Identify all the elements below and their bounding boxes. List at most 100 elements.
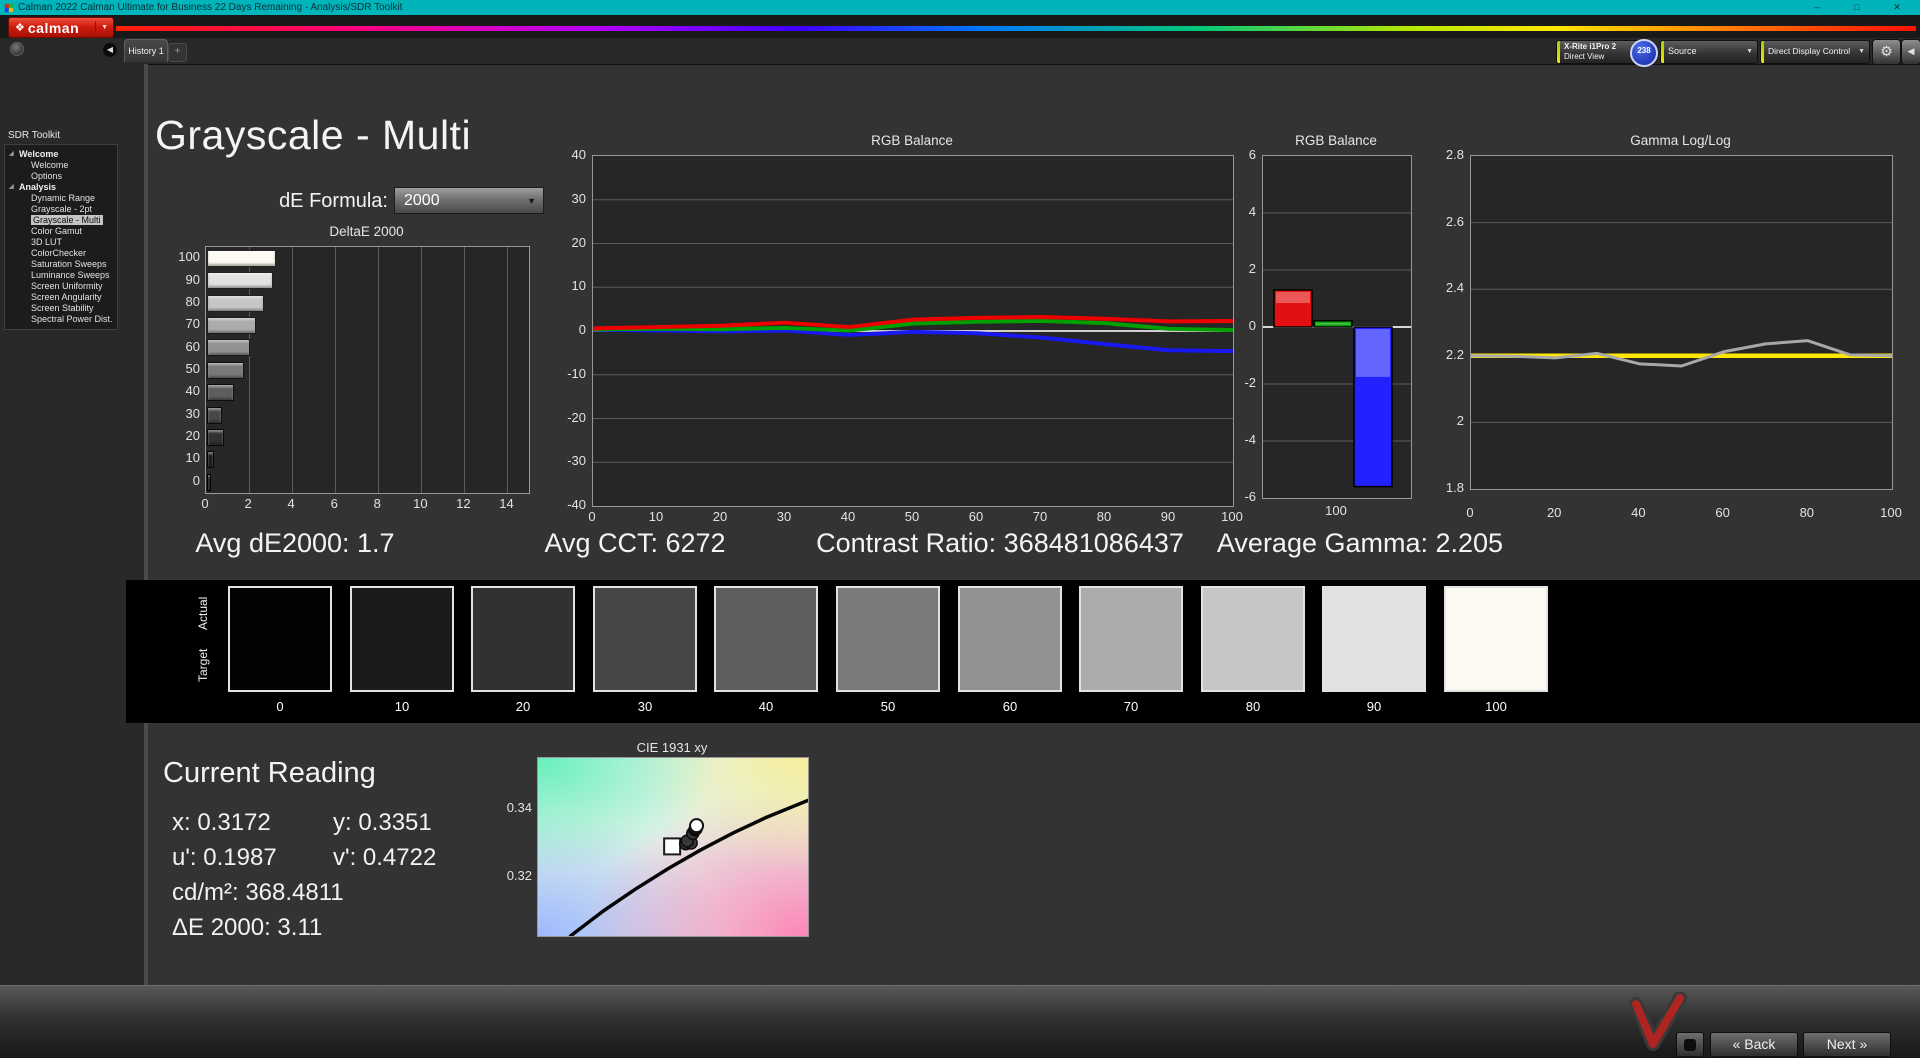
deltae-y-tick: 0: [192, 472, 200, 488]
deltae-y-tick: 100: [178, 249, 200, 265]
deltae-gridline: [335, 247, 337, 493]
sidebar-item-spectral-power-dist[interactable]: Spectral Power Dist.: [5, 314, 117, 325]
tree-group-label: Welcome: [19, 149, 59, 159]
rgb-line-x-tick: 30: [776, 509, 792, 524]
minimize-button-icon[interactable]: –: [1806, 0, 1828, 15]
rainbow-gradient-bar: [116, 26, 1916, 31]
add-tab-button[interactable]: +: [168, 43, 187, 62]
gamma-y-tick: 2.8: [1445, 147, 1464, 162]
rgb-bar-x-tick: 100: [1325, 503, 1347, 518]
sidebar-item-grayscale-2pt[interactable]: Grayscale - 2pt: [5, 204, 117, 215]
deltae-x-tick: 0: [201, 496, 209, 511]
stat-avg-cct: Avg CCT: 6272: [544, 528, 726, 558]
display-control-dropdown[interactable]: Direct Display Control ▼: [1760, 40, 1870, 64]
deltae-chart-title: DeltaE 2000: [329, 224, 404, 239]
gamma-y-tick: 2.2: [1445, 346, 1464, 362]
toolbar: ◀ History 1 + X-Rite i1Pro 2 Direct View…: [0, 38, 1920, 67]
source-dropdown[interactable]: Source ▼: [1660, 40, 1758, 64]
sidebar-item-dynamic-range[interactable]: Dynamic Range: [5, 193, 117, 204]
grayscale-swatch-label: 10: [394, 699, 410, 714]
tree-item-label: Color Gamut: [31, 226, 83, 236]
rgb-line-x-tick: 100: [1221, 509, 1243, 524]
deltae-x-tick: 8: [373, 496, 381, 511]
maximize-button-icon[interactable]: □: [1846, 0, 1868, 15]
deltae-gridline: [378, 247, 380, 493]
swatch-row-label-target: Target: [196, 648, 210, 682]
sidebar-item-welcome[interactable]: Welcome: [5, 160, 117, 171]
gamma-series-measured-gamma: [1471, 339, 1892, 368]
close-button-icon[interactable]: ✕: [1886, 0, 1908, 15]
stat-contrast-ratio: Contrast Ratio: 368481086437: [816, 528, 1184, 558]
tab-history-1[interactable]: History 1: [124, 39, 168, 62]
rgb-bar-y-tick: -6: [1244, 489, 1256, 504]
grayscale-swatch-label: 60: [1002, 699, 1018, 714]
sidebar-collapse-icon[interactable]: ◀: [103, 43, 117, 57]
settings-gear-icon[interactable]: ⚙: [1872, 39, 1901, 65]
tree-item-label: Grayscale - 2pt: [31, 204, 93, 214]
rgb-bar-y-tick: 4: [1248, 204, 1256, 219]
sidebar-item-color-gamut[interactable]: Color Gamut: [5, 226, 117, 237]
sidebar-item-saturation-sweeps[interactable]: Saturation Sweeps: [5, 259, 117, 270]
stat-average-gamma: Average Gamma: 2.205: [1216, 528, 1504, 558]
sidebar-item-3d-lut[interactable]: 3D LUT: [5, 237, 117, 248]
deltae-bar-40: [207, 384, 235, 402]
planckian-locus-curve: [568, 798, 808, 936]
rgb-balance-line-plot: [592, 155, 1234, 507]
rgb-balance-bar-title: RGB Balance: [1295, 133, 1377, 148]
gamma-x-tick: 40: [1631, 505, 1646, 520]
workspace-radio-button[interactable]: [10, 42, 24, 56]
calman-menu-button[interactable]: ❖ calman ▼: [8, 17, 114, 38]
cie-chart-plot: [537, 757, 809, 937]
sidebar-splitter[interactable]: [144, 64, 148, 985]
tree-expander-icon[interactable]: ◢: [9, 149, 14, 160]
gamma-x-tick: 60: [1715, 505, 1730, 520]
sidebar: SDR Toolkit ◢ Welcome Welcome Options ◢ Analy…: [0, 64, 144, 985]
cie-chart-title: CIE 1931 xy: [636, 740, 708, 755]
sidebar-item-luminance-sweeps[interactable]: Luminance Sweeps: [5, 270, 117, 281]
sidebar-item-screen-stability[interactable]: Screen Stability: [5, 303, 117, 314]
tree-expander-icon[interactable]: ◢: [9, 182, 14, 193]
gamma-y-tick: 2.6: [1445, 213, 1464, 229]
reading-x: x: 0.3172: [172, 809, 271, 836]
sidebar-item-screen-angularity[interactable]: Screen Angularity: [5, 292, 117, 303]
sidebar-item-grayscale-multi[interactable]: Grayscale - Multi: [5, 215, 117, 226]
rgb-line-y-tick: 30: [571, 190, 586, 206]
page-title: Grayscale - Multi: [155, 112, 472, 158]
deltae-y-tick: 20: [185, 428, 200, 444]
sidebar-item-options[interactable]: Options: [5, 171, 117, 182]
rgb-balance-series-blue: [593, 327, 1233, 354]
grayscale-swatch-70: [1079, 586, 1183, 692]
deltae-gridline: [292, 247, 294, 493]
rgb-line-y-tick: -10: [567, 365, 586, 381]
display-control-label: Direct Display Control: [1768, 46, 1851, 56]
cie-y-tick: 0.34: [506, 800, 532, 815]
grayscale-swatch-90: [1322, 586, 1426, 692]
tree-group-welcome[interactable]: ◢ Welcome: [5, 149, 117, 160]
grayscale-swatch-30: [593, 586, 697, 692]
logo-bar: ❖ calman ▼: [0, 15, 1920, 38]
gamma-x-tick: 80: [1799, 505, 1815, 520]
meter-count-badge[interactable]: 238: [1630, 39, 1658, 67]
grayscale-swatch-label: 40: [758, 699, 774, 714]
sidebar-item-screen-uniformity[interactable]: Screen Uniformity: [5, 281, 117, 292]
rgb-balance-line-title: RGB Balance: [871, 133, 953, 148]
cie-target-marker: [663, 837, 682, 856]
tree-group-analysis[interactable]: ◢ Analysis: [5, 182, 117, 193]
sidebar-item-colorchecker[interactable]: ColorChecker: [5, 248, 117, 259]
deltae-bar-100: [207, 250, 276, 267]
de-formula-value: 2000: [404, 192, 440, 209]
rgb-line-x-tick: 60: [968, 509, 984, 524]
deltae-x-tick: 2: [244, 496, 252, 511]
de-formula-select[interactable]: 2000 ▼: [394, 187, 544, 214]
cie-current-point: [689, 818, 705, 834]
deltae-gridline: [421, 247, 423, 493]
tree-item-label: Saturation Sweeps: [31, 259, 107, 269]
rgb-bar-y-tick: -4: [1244, 432, 1256, 447]
deltae-bar-0: [207, 473, 211, 491]
panel-collapse-icon[interactable]: ◀: [1901, 39, 1920, 65]
grayscale-swatch-label: 80: [1245, 699, 1261, 714]
gamma-chart-plot: [1470, 155, 1893, 490]
meter-name: X-Rite i1Pro 2: [1564, 42, 1617, 51]
rgb-bar-y-tick: 6: [1248, 147, 1256, 162]
deltae-y-tick: 60: [185, 338, 200, 354]
